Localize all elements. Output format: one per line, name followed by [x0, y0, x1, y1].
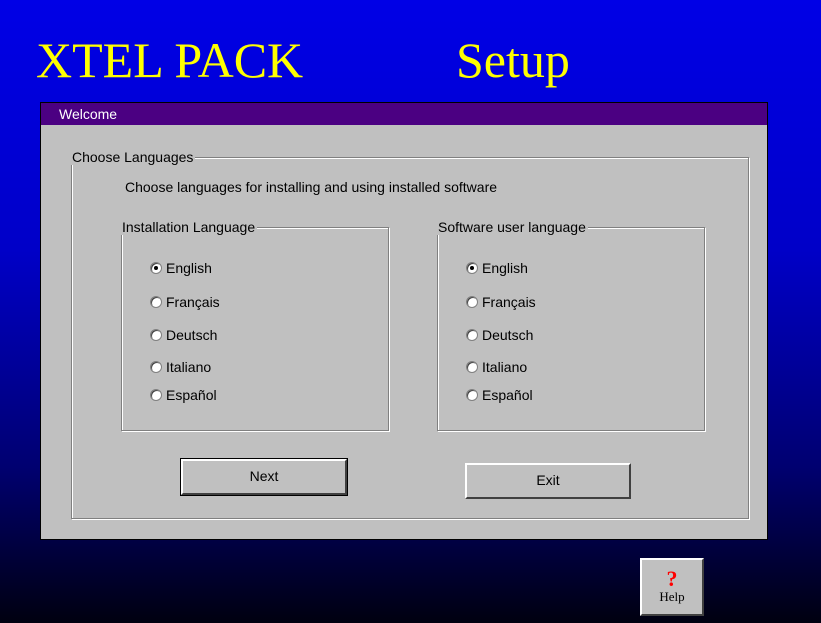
installation-language-label: Installation Language — [120, 219, 258, 235]
exit-button[interactable]: Exit — [465, 463, 631, 499]
radio-label: Français — [482, 294, 536, 310]
welcome-dialog: Welcome Choose Languages Choose language… — [40, 102, 768, 540]
user-option-english[interactable]: English — [466, 259, 528, 277]
dialog-titlebar: Welcome — [41, 103, 767, 125]
radio-icon[interactable] — [466, 361, 478, 373]
help-label: Help — [659, 589, 685, 604]
radio-label: Italiano — [482, 359, 528, 375]
radio-label: Español — [166, 387, 217, 403]
radio-label: Español — [482, 387, 533, 403]
install-option-francais[interactable]: Français — [150, 293, 220, 311]
radio-label: Italiano — [166, 359, 212, 375]
radio-label: Deutsch — [166, 327, 218, 343]
user-option-italiano[interactable]: Italiano — [466, 358, 527, 376]
radio-label: Deutsch — [482, 327, 534, 343]
user-option-francais[interactable]: Français — [466, 293, 536, 311]
choose-languages-label: Choose Languages — [70, 149, 196, 165]
instructions-text: Choose languages for installing and usin… — [125, 179, 498, 195]
app-title: XTEL PACK — [36, 32, 304, 88]
next-button[interactable]: Next — [180, 458, 348, 496]
radio-icon[interactable] — [150, 262, 162, 274]
install-option-deutsch[interactable]: Deutsch — [150, 326, 217, 344]
radio-icon[interactable] — [466, 389, 478, 401]
radio-label: English — [482, 260, 528, 276]
radio-icon[interactable] — [466, 296, 478, 308]
user-option-deutsch[interactable]: Deutsch — [466, 326, 533, 344]
installation-language-group: Installation Language English Français D… — [120, 219, 389, 431]
software-user-language-group: Software user language English Français … — [436, 219, 705, 431]
radio-icon[interactable] — [150, 329, 162, 341]
user-option-espanol[interactable]: Español — [466, 386, 533, 404]
help-button[interactable]: ? Help — [640, 558, 704, 616]
install-option-italiano[interactable]: Italiano — [150, 358, 211, 376]
radio-icon[interactable] — [150, 296, 162, 308]
radio-icon[interactable] — [466, 262, 478, 274]
help-question-icon: ? — [666, 566, 678, 591]
radio-label: English — [166, 260, 212, 276]
setup-title: Setup — [456, 32, 570, 88]
software-user-language-label: Software user language — [436, 219, 588, 235]
radio-icon[interactable] — [466, 329, 478, 341]
install-option-espanol[interactable]: Español — [150, 386, 217, 404]
radio-label: Français — [166, 294, 220, 310]
radio-icon[interactable] — [150, 361, 162, 373]
radio-icon[interactable] — [150, 389, 162, 401]
setup-screen: XTEL PACK Setup Welcome Choose Languages… — [0, 0, 821, 623]
install-option-english[interactable]: English — [150, 259, 212, 277]
